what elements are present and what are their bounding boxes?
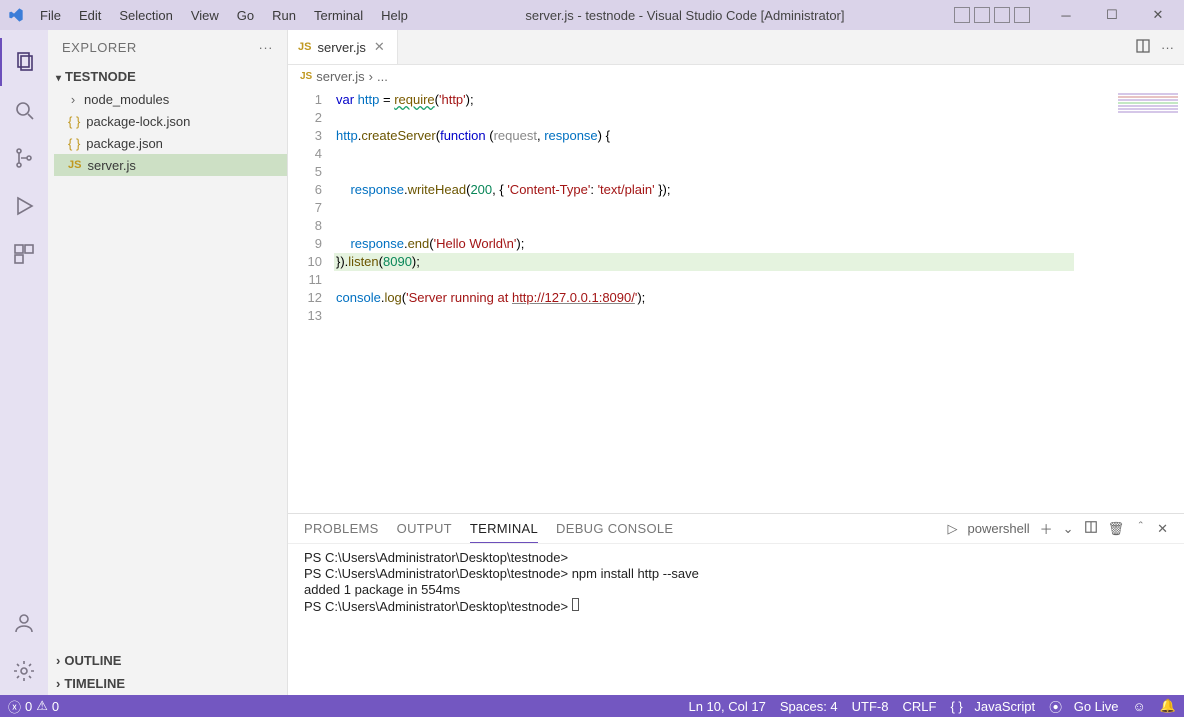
js-icon: JS (298, 41, 311, 53)
warning-icon: ⚠ (36, 698, 48, 714)
panel-tab-terminal[interactable]: TERMINAL (470, 515, 538, 543)
activity-search[interactable] (0, 86, 48, 134)
customize-layout-icon[interactable] (1014, 7, 1030, 23)
menu-view[interactable]: View (183, 4, 227, 27)
minimize-button[interactable]: ─ (1046, 1, 1086, 29)
chevron-right-icon: › (369, 69, 373, 84)
terminal-split-icon[interactable] (1084, 520, 1098, 537)
panel-tab-debug-console[interactable]: DEBUG CONSOLE (556, 515, 673, 542)
maximize-button[interactable]: ☐ (1092, 1, 1132, 29)
panel-close-icon[interactable]: ✕ (1157, 521, 1168, 537)
activity-run-debug[interactable] (0, 182, 48, 230)
status-go-live[interactable]: ⦿ Go Live (1049, 697, 1118, 716)
outline-label: OUTLINE (64, 653, 121, 668)
tab-label: server.js (317, 40, 365, 55)
activity-explorer[interactable] (0, 38, 48, 86)
toggle-panel-bottom-icon[interactable] (974, 7, 990, 23)
terminal-new-icon[interactable]: ＋ (1040, 519, 1053, 538)
status-bar: ⓧ0 ⚠0 Ln 10, Col 17 Spaces: 4 UTF-8 CRLF… (0, 695, 1184, 717)
sidebar: EXPLORER ··· TESTNODE node_modules { } p… (48, 30, 288, 695)
sidebar-title: EXPLORER (62, 40, 137, 55)
status-cursor-position[interactable]: Ln 10, Col 17 (688, 699, 765, 714)
vscode-logo-icon (6, 5, 26, 25)
folder-name: TESTNODE (65, 69, 136, 84)
error-icon: ⓧ (8, 697, 21, 716)
js-icon: JS (300, 71, 312, 82)
tree-file-package-lock[interactable]: { } package-lock.json (54, 110, 287, 132)
js-icon: JS (68, 159, 81, 171)
status-bell-icon[interactable]: 🔔 (1160, 698, 1176, 714)
tree-label: package-lock.json (86, 114, 190, 129)
activity-extensions[interactable] (0, 230, 48, 278)
split-editor-icon[interactable] (1135, 38, 1151, 57)
chevron-right-icon (56, 676, 60, 691)
menu-bar: File Edit Selection View Go Run Terminal… (32, 4, 416, 27)
timeline-label: TIMELINE (64, 676, 125, 691)
json-icon: { } (68, 136, 80, 151)
status-errors-warnings[interactable]: ⓧ0 ⚠0 (8, 697, 59, 716)
titlebar: File Edit Selection View Go Run Terminal… (0, 0, 1184, 30)
panel-tab-bar: PROBLEMS OUTPUT TERMINAL DEBUG CONSOLE ▷… (288, 514, 1184, 544)
chevron-right-icon (68, 92, 78, 107)
activity-source-control[interactable] (0, 134, 48, 182)
activity-manage[interactable] (0, 647, 48, 695)
tree-label: package.json (86, 136, 163, 151)
editor[interactable]: 12345678910111213 var http = require('ht… (288, 87, 1184, 513)
chevron-right-icon (56, 653, 60, 668)
terminal-shell[interactable]: powershell (967, 521, 1029, 536)
folder-section-head[interactable]: TESTNODE (48, 65, 287, 88)
code-area[interactable]: var http = require('http');http.createSe… (334, 87, 1074, 513)
file-tree: node_modules { } package-lock.json { } p… (48, 88, 287, 176)
tab-server-js[interactable]: JS server.js ✕ (288, 30, 398, 64)
tab-bar: JS server.js ✕ ··· (288, 30, 1184, 65)
terminal-kill-icon[interactable]: 🗑 (1108, 521, 1125, 537)
status-language[interactable]: { } JavaScript (950, 699, 1035, 714)
minimap[interactable] (1074, 87, 1184, 513)
menu-go[interactable]: Go (229, 4, 262, 27)
terminal-launch-profile-icon[interactable]: ▷ (947, 521, 957, 537)
breadcrumb-file: server.js (316, 69, 364, 84)
menu-run[interactable]: Run (264, 4, 304, 27)
chevron-down-icon[interactable]: ⌄ (1063, 521, 1074, 537)
broadcast-icon: ⦿ (1049, 697, 1062, 716)
panel-tab-problems[interactable]: PROBLEMS (304, 515, 379, 542)
chevron-down-icon (56, 69, 61, 84)
layout-controls (954, 7, 1030, 23)
panel-tab-output[interactable]: OUTPUT (397, 515, 452, 542)
sidebar-more-icon[interactable]: ··· (259, 40, 274, 55)
menu-edit[interactable]: Edit (71, 4, 109, 27)
tree-folder-node-modules[interactable]: node_modules (54, 88, 287, 110)
menu-terminal[interactable]: Terminal (306, 4, 371, 27)
activity-accounts[interactable] (0, 599, 48, 647)
tree-label: server.js (87, 158, 135, 173)
breadcrumb-rest: ... (377, 69, 388, 84)
editor-group: JS server.js ✕ ··· JS server.js › ... 12… (288, 30, 1184, 695)
status-indentation[interactable]: Spaces: 4 (780, 699, 838, 714)
window-title: server.js - testnode - Visual Studio Cod… (416, 8, 954, 23)
panel-maximize-icon[interactable]: ＾ (1134, 519, 1147, 538)
menu-file[interactable]: File (32, 4, 69, 27)
tree-file-server-js[interactable]: JS server.js (54, 154, 287, 176)
menu-selection[interactable]: Selection (111, 4, 180, 27)
json-icon: { } (68, 114, 80, 129)
sidebar-header: EXPLORER ··· (48, 30, 287, 65)
tab-close-icon[interactable]: ✕ (372, 39, 387, 55)
tree-file-package-json[interactable]: { } package.json (54, 132, 287, 154)
status-encoding[interactable]: UTF-8 (852, 699, 889, 714)
toggle-panel-right-icon[interactable] (994, 7, 1010, 23)
close-button[interactable]: ✕ (1138, 1, 1178, 29)
timeline-section[interactable]: TIMELINE (48, 672, 287, 695)
terminal[interactable]: PS C:\Users\Administrator\Desktop\testno… (288, 544, 1184, 695)
menu-help[interactable]: Help (373, 4, 416, 27)
status-eol[interactable]: CRLF (903, 699, 937, 714)
outline-section[interactable]: OUTLINE (48, 649, 287, 672)
status-feedback-icon[interactable]: ☺ (1133, 699, 1146, 714)
line-gutter: 12345678910111213 (288, 87, 334, 513)
breadcrumbs[interactable]: JS server.js › ... (288, 65, 1184, 87)
activity-bar (0, 30, 48, 695)
tree-label: node_modules (84, 92, 169, 107)
editor-more-icon[interactable]: ··· (1161, 40, 1174, 55)
panel: PROBLEMS OUTPUT TERMINAL DEBUG CONSOLE ▷… (288, 513, 1184, 695)
toggle-panel-left-icon[interactable] (954, 7, 970, 23)
